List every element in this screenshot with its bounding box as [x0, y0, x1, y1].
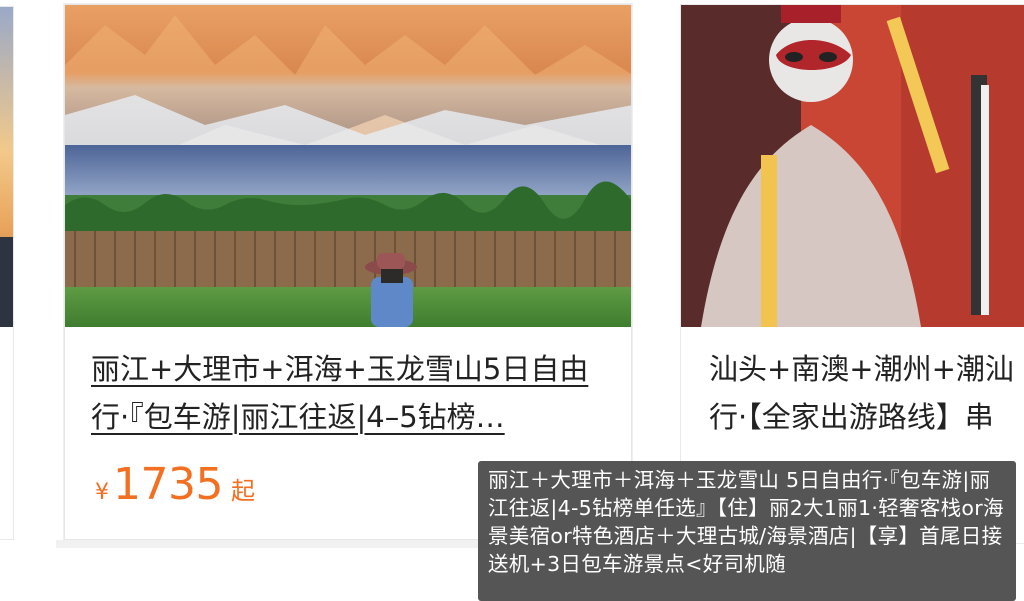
price-suffix: 起	[230, 477, 255, 505]
price-currency: ¥	[95, 480, 109, 505]
product-photo[interactable]	[681, 5, 1024, 327]
price: ¥ 1735 起	[95, 459, 255, 510]
product-photo[interactable]	[0, 7, 13, 327]
product-card-partial-left[interactable]	[0, 6, 14, 540]
product-title-link[interactable]: 汕头+南澳+潮州+潮汕 行·【全家出游路线】串	[709, 345, 1024, 441]
product-photo[interactable]	[65, 5, 631, 327]
title-tooltip: 丽江＋大理市＋洱海＋玉龙雪山 5日自由行·『包车游|丽江往返|4-5钻榜单任选』…	[478, 461, 1016, 601]
product-card[interactable]: 丽江+大理市+洱海+玉龙雪山5日自由行·『包车游|丽江往返|4–5钻榜… ¥ 1…	[64, 4, 632, 540]
product-title-link[interactable]: 丽江+大理市+洱海+玉龙雪山5日自由行·『包车游|丽江往返|4–5钻榜…	[91, 345, 601, 441]
price-amount: 1735	[113, 459, 223, 510]
